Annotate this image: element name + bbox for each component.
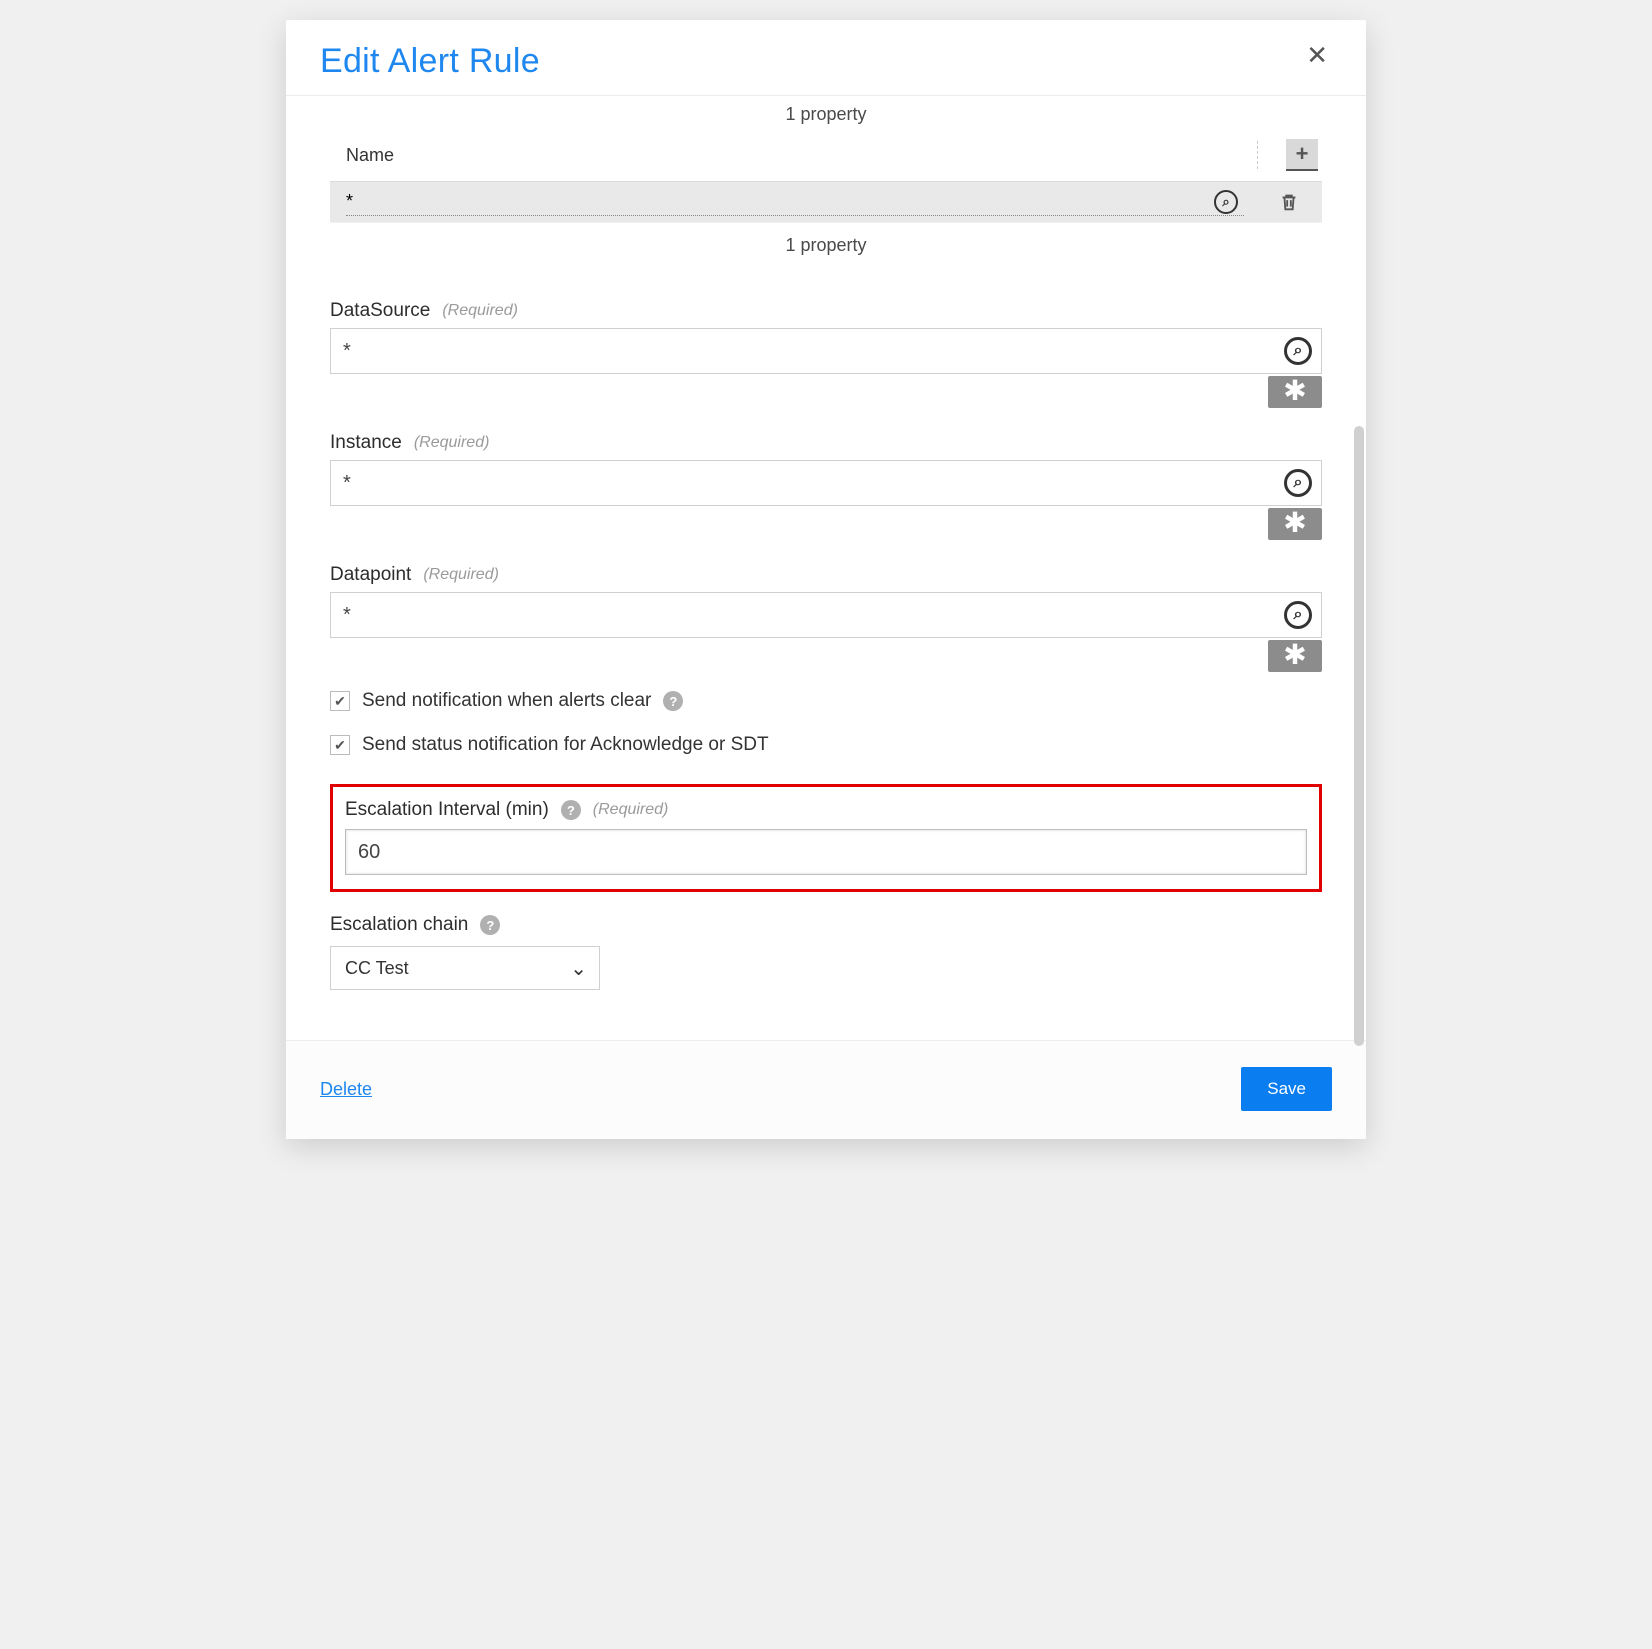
dialog-body: 1 property Name + ⌕ 1 property DataSourc… — [286, 96, 1366, 1010]
property-summary-top: 1 property — [330, 96, 1322, 133]
help-icon[interactable]: ? — [663, 691, 683, 711]
datapoint-label: Datapoint — [330, 564, 411, 586]
datapoint-input[interactable] — [330, 592, 1322, 638]
escalation-chain-select[interactable]: CC Test ⌄ — [330, 946, 600, 990]
property-group: Name + ⌕ — [330, 133, 1322, 223]
wildcard-button[interactable]: ✱ — [1268, 376, 1322, 408]
dialog-title: Edit Alert Rule — [320, 42, 540, 81]
property-row: ⌕ — [330, 181, 1322, 223]
dialog-footer: Delete Save — [286, 1040, 1366, 1139]
vertical-divider — [1257, 141, 1258, 169]
delete-button[interactable]: Delete — [320, 1079, 372, 1100]
help-icon[interactable]: ? — [561, 800, 581, 820]
close-icon[interactable]: ✕ — [1302, 42, 1332, 68]
datapoint-field: Datapoint (Required) ⌕ ✱ — [330, 564, 1322, 638]
notify-on-clear-checkbox[interactable]: ✔ — [330, 691, 350, 711]
notify-on-clear-row: ✔ Send notification when alerts clear ? — [330, 690, 1322, 712]
instance-input[interactable] — [330, 460, 1322, 506]
datasource-field: DataSource (Required) ⌕ ✱ — [330, 300, 1322, 374]
property-name-header: Name — [334, 145, 1249, 166]
property-header-row: Name + — [330, 133, 1322, 181]
notify-on-ack-row: ✔ Send status notification for Acknowled… — [330, 734, 1322, 756]
scrollbar-thumb[interactable] — [1354, 426, 1364, 1046]
add-property-button[interactable]: + — [1286, 139, 1318, 171]
dialog-header: Edit Alert Rule ✕ — [286, 20, 1366, 96]
wildcard-button[interactable]: ✱ — [1268, 640, 1322, 672]
escalation-chain-label: Escalation chain — [330, 914, 468, 936]
chevron-down-icon: ⌄ — [570, 956, 587, 981]
escalation-interval-input[interactable] — [345, 829, 1307, 875]
search-icon[interactable]: ⌕ — [1284, 469, 1312, 497]
save-button[interactable]: Save — [1241, 1067, 1332, 1111]
notify-on-clear-label: Send notification when alerts clear — [362, 690, 651, 712]
escalation-interval-highlight: Escalation Interval (min) ? (Required) — [330, 784, 1322, 892]
wildcard-button[interactable]: ✱ — [1268, 508, 1322, 540]
property-name-input[interactable] — [346, 188, 1244, 216]
notify-on-ack-label: Send status notification for Acknowledge… — [362, 734, 769, 756]
trash-icon[interactable] — [1278, 191, 1300, 213]
property-summary-bottom: 1 property — [330, 227, 1322, 264]
escalation-chain-value: CC Test — [345, 958, 409, 979]
escalation-interval-required: (Required) — [593, 801, 669, 819]
datasource-label: DataSource — [330, 300, 430, 322]
instance-field: Instance (Required) ⌕ ✱ — [330, 432, 1322, 506]
edit-alert-rule-dialog: Edit Alert Rule ✕ 1 property Name + ⌕ 1 … — [286, 20, 1366, 1139]
search-icon[interactable]: ⌕ — [1284, 601, 1312, 629]
escalation-chain-field: Escalation chain ? CC Test ⌄ — [330, 914, 1322, 990]
notify-on-ack-checkbox[interactable]: ✔ — [330, 735, 350, 755]
instance-label: Instance — [330, 432, 402, 454]
datasource-input[interactable] — [330, 328, 1322, 374]
escalation-interval-label: Escalation Interval (min) — [345, 799, 549, 821]
search-icon[interactable]: ⌕ — [1214, 190, 1238, 214]
datapoint-required: (Required) — [423, 566, 499, 584]
help-icon[interactable]: ? — [480, 915, 500, 935]
instance-required: (Required) — [414, 434, 490, 452]
search-icon[interactable]: ⌕ — [1284, 337, 1312, 365]
datasource-required: (Required) — [442, 302, 518, 320]
